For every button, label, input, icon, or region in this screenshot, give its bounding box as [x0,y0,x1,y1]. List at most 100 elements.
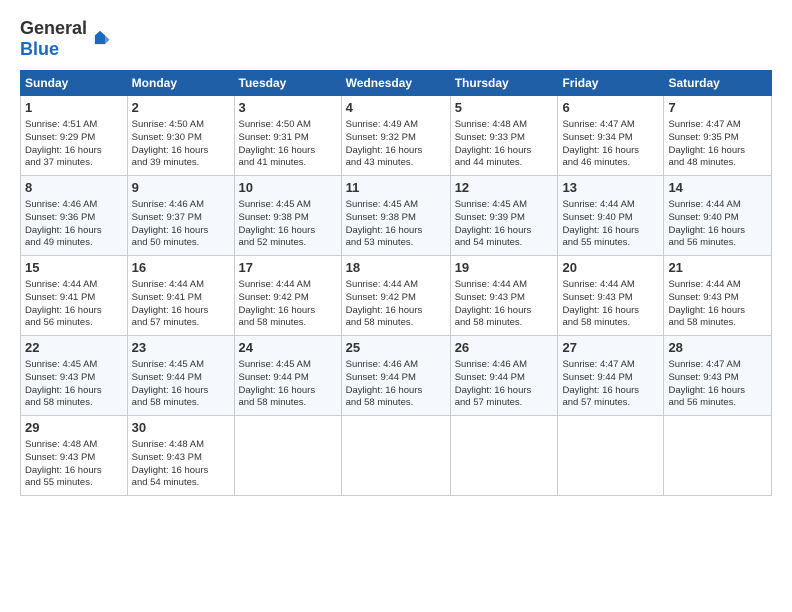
calendar-cell [341,416,450,496]
day-info: Sunrise: 4:44 AM Sunset: 9:40 PM Dayligh… [562,199,659,250]
calendar-table: SundayMondayTuesdayWednesdayThursdayFrid… [20,70,772,496]
calendar-cell: 29Sunrise: 4:48 AM Sunset: 9:43 PM Dayli… [21,416,128,496]
calendar-cell: 11 Sunrise: 4:45 AM Sunset: 9:38 PM Dayli… [341,176,450,256]
week-row-1: 1 Sunrise: 4:51 AM Sunset: 9:29 PM Daylig… [21,96,772,176]
day-number: 20 [562,260,659,277]
day-number: 9 [132,180,230,197]
logo: General Blue [20,18,111,60]
day-number: 7 [668,100,767,117]
day-info: Sunrise: 4:47 AM Sunset: 9:35 PM Dayligh… [668,119,767,170]
weekday-wednesday: Wednesday [341,71,450,96]
calendar-cell: 23 Sunrise: 4:45 AM Sunset: 9:44 PM Dayli… [127,336,234,416]
day-info: Sunrise: 4:46 AM Sunset: 9:37 PM Dayligh… [132,199,230,250]
day-info: Sunrise: 4:47 AM Sunset: 9:43 PM Dayligh… [668,359,767,410]
calendar-cell: 9 Sunrise: 4:46 AM Sunset: 9:37 PM Daylig… [127,176,234,256]
calendar-cell: 28 Sunrise: 4:47 AM Sunset: 9:43 PM Dayli… [664,336,772,416]
calendar-cell [558,416,664,496]
day-info: Sunrise: 4:45 AM Sunset: 9:44 PM Dayligh… [132,359,230,410]
day-info: Sunrise: 4:47 AM Sunset: 9:34 PM Dayligh… [562,119,659,170]
day-number: 28 [668,340,767,357]
page: General Blue SundayMondayTuesdayWednesda… [0,0,792,612]
day-info: Sunrise: 4:44 AM Sunset: 9:43 PM Dayligh… [455,279,554,330]
day-info: Sunrise: 4:51 AM Sunset: 9:29 PM Dayligh… [25,119,123,170]
day-number: 18 [346,260,446,277]
calendar-cell: 4Sunrise: 4:49 AM Sunset: 9:32 PM Daylig… [341,96,450,176]
day-info: Sunrise: 4:46 AM Sunset: 9:36 PM Dayligh… [25,199,123,250]
day-number: 8 [25,180,123,197]
week-row-5: 29 Sunrise: 4:48 AM Sunset: 9:43 PM Dayli… [21,416,772,496]
weekday-header-row: SundayMondayTuesdayWednesdayThursdayFrid… [21,71,772,96]
day-info: Sunrise: 4:44 AM Sunset: 9:42 PM Dayligh… [239,279,337,330]
week-row-3: 15 Sunrise: 4:44 AM Sunset: 9:41 PM Dayli… [21,256,772,336]
day-number: 24 [239,340,337,357]
day-number: 1 [25,100,123,117]
day-number: 5 [455,100,554,117]
calendar-cell [450,416,558,496]
day-info: Sunrise: 4:50 AM Sunset: 9:30 PM Dayligh… [132,119,230,170]
day-info: Sunrise: 4:45 AM Sunset: 9:38 PM Dayligh… [239,199,337,250]
logo-icon [89,28,111,50]
weekday-sunday: Sunday [21,71,128,96]
weekday-saturday: Saturday [664,71,772,96]
calendar-cell: 2Sunrise: 4:50 AM Sunset: 9:30 PM Daylig… [127,96,234,176]
day-number: 21 [668,260,767,277]
day-number: 6 [562,100,659,117]
calendar-cell: 25 Sunrise: 4:46 AM Sunset: 9:44 PM Dayli… [341,336,450,416]
calendar-cell: 10 Sunrise: 4:45 AM Sunset: 9:38 PM Dayli… [234,176,341,256]
calendar-cell: 15Sunrise: 4:44 AM Sunset: 9:41 PM Dayli… [21,256,128,336]
day-number: 19 [455,260,554,277]
weekday-tuesday: Tuesday [234,71,341,96]
calendar-cell: 21 Sunrise: 4:44 AM Sunset: 9:43 PM Dayli… [664,256,772,336]
day-info: Sunrise: 4:46 AM Sunset: 9:44 PM Dayligh… [346,359,446,410]
day-info: Sunrise: 4:49 AM Sunset: 9:32 PM Dayligh… [346,119,446,170]
logo-general: General [20,18,87,38]
day-number: 29 [25,420,123,437]
day-info: Sunrise: 4:50 AM Sunset: 9:31 PM Dayligh… [239,119,337,170]
day-number: 16 [132,260,230,277]
day-number: 11 [346,180,446,197]
day-info: Sunrise: 4:46 AM Sunset: 9:44 PM Dayligh… [455,359,554,410]
calendar-cell: 6 Sunrise: 4:47 AM Sunset: 9:34 PM Daylig… [558,96,664,176]
day-info: Sunrise: 4:47 AM Sunset: 9:44 PM Dayligh… [562,359,659,410]
day-info: Sunrise: 4:48 AM Sunset: 9:43 PM Dayligh… [132,439,230,490]
day-info: Sunrise: 4:45 AM Sunset: 9:38 PM Dayligh… [346,199,446,250]
calendar-cell: 3 Sunrise: 4:50 AM Sunset: 9:31 PM Daylig… [234,96,341,176]
calendar-cell [664,416,772,496]
day-number: 3 [239,100,337,117]
calendar-cell: 5 Sunrise: 4:48 AM Sunset: 9:33 PM Daylig… [450,96,558,176]
logo-blue: Blue [20,39,59,59]
day-info: Sunrise: 4:44 AM Sunset: 9:43 PM Dayligh… [562,279,659,330]
day-number: 10 [239,180,337,197]
week-row-4: 22 Sunrise: 4:45 AM Sunset: 9:43 PM Dayli… [21,336,772,416]
calendar-cell: 16 Sunrise: 4:44 AM Sunset: 9:41 PM Dayli… [127,256,234,336]
day-number: 23 [132,340,230,357]
calendar-cell [234,416,341,496]
day-info: Sunrise: 4:45 AM Sunset: 9:39 PM Dayligh… [455,199,554,250]
day-info: Sunrise: 4:44 AM Sunset: 9:40 PM Dayligh… [668,199,767,250]
day-info: Sunrise: 4:48 AM Sunset: 9:33 PM Dayligh… [455,119,554,170]
day-info: Sunrise: 4:45 AM Sunset: 9:43 PM Dayligh… [25,359,123,410]
day-number: 15 [25,260,123,277]
logo-text: General Blue [20,18,87,60]
day-number: 30 [132,420,230,437]
day-info: Sunrise: 4:44 AM Sunset: 9:42 PM Dayligh… [346,279,446,330]
calendar-cell: 18 Sunrise: 4:44 AM Sunset: 9:42 PM Dayli… [341,256,450,336]
calendar-cell: 7 Sunrise: 4:47 AM Sunset: 9:35 PM Daylig… [664,96,772,176]
day-number: 14 [668,180,767,197]
calendar-cell: 24 Sunrise: 4:45 AM Sunset: 9:44 PM Dayli… [234,336,341,416]
calendar-cell: 30 Sunrise: 4:48 AM Sunset: 9:43 PM Dayli… [127,416,234,496]
header: General Blue [20,18,772,60]
weekday-friday: Friday [558,71,664,96]
day-number: 17 [239,260,337,277]
day-info: Sunrise: 4:45 AM Sunset: 9:44 PM Dayligh… [239,359,337,410]
week-row-2: 8 Sunrise: 4:46 AM Sunset: 9:36 PM Daylig… [21,176,772,256]
day-info: Sunrise: 4:44 AM Sunset: 9:43 PM Dayligh… [668,279,767,330]
weekday-thursday: Thursday [450,71,558,96]
calendar-cell: 12Sunrise: 4:45 AM Sunset: 9:39 PM Dayli… [450,176,558,256]
calendar-cell: 17 Sunrise: 4:44 AM Sunset: 9:42 PM Dayli… [234,256,341,336]
day-number: 13 [562,180,659,197]
day-info: Sunrise: 4:44 AM Sunset: 9:41 PM Dayligh… [132,279,230,330]
day-number: 22 [25,340,123,357]
calendar-cell: 26Sunrise: 4:46 AM Sunset: 9:44 PM Dayli… [450,336,558,416]
day-number: 25 [346,340,446,357]
